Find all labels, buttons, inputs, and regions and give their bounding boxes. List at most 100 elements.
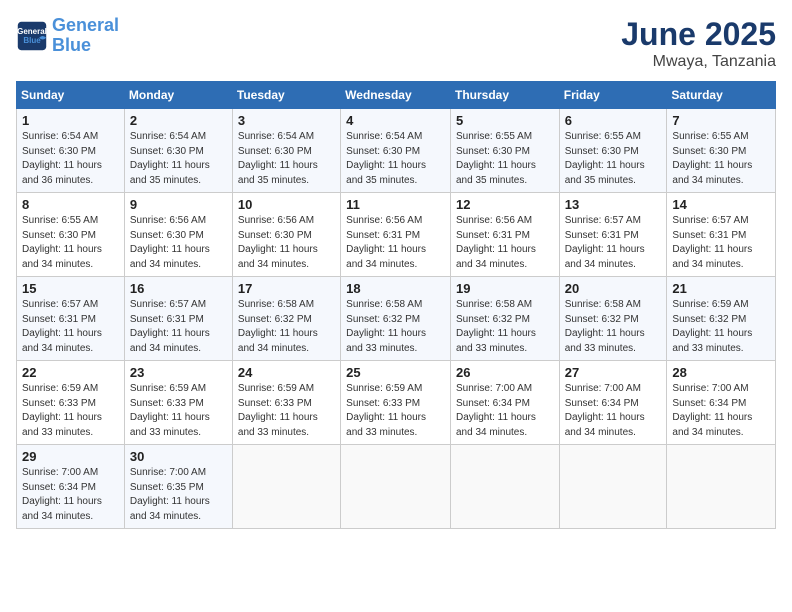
calendar-day-cell: 12 Sunrise: 6:56 AMSunset: 6:31 PMDaylig… (450, 193, 559, 277)
calendar-day-cell (232, 445, 340, 529)
day-info: Sunrise: 6:58 AMSunset: 6:32 PMDaylight:… (565, 299, 645, 354)
logo-line1: General (52, 15, 119, 35)
day-info: Sunrise: 6:55 AMSunset: 6:30 PMDaylight:… (565, 131, 645, 186)
logo: General Blue General Blue (16, 16, 119, 56)
day-info: Sunrise: 6:54 AMSunset: 6:30 PMDaylight:… (130, 131, 210, 186)
day-number: 6 (565, 113, 662, 128)
day-number: 9 (130, 197, 227, 212)
day-info: Sunrise: 6:59 AMSunset: 6:33 PMDaylight:… (22, 383, 102, 438)
logo-text: General Blue (52, 16, 119, 56)
calendar-day-cell: 28 Sunrise: 7:00 AMSunset: 6:34 PMDaylig… (667, 361, 776, 445)
day-number: 2 (130, 113, 227, 128)
logo-icon: General Blue (16, 20, 48, 52)
day-info: Sunrise: 7:00 AMSunset: 6:34 PMDaylight:… (565, 383, 645, 438)
col-saturday: Saturday (667, 82, 776, 109)
day-number: 15 (22, 281, 119, 296)
day-number: 14 (672, 197, 770, 212)
day-info: Sunrise: 6:54 AMSunset: 6:30 PMDaylight:… (346, 131, 426, 186)
day-info: Sunrise: 6:56 AMSunset: 6:31 PMDaylight:… (456, 215, 536, 270)
day-info: Sunrise: 6:54 AMSunset: 6:30 PMDaylight:… (238, 131, 318, 186)
day-number: 3 (238, 113, 335, 128)
day-info: Sunrise: 6:58 AMSunset: 6:32 PMDaylight:… (346, 299, 426, 354)
day-number: 25 (346, 365, 445, 380)
day-number: 13 (565, 197, 662, 212)
day-info: Sunrise: 7:00 AMSunset: 6:34 PMDaylight:… (22, 467, 102, 522)
day-number: 20 (565, 281, 662, 296)
day-info: Sunrise: 6:57 AMSunset: 6:31 PMDaylight:… (22, 299, 102, 354)
logo-line2: Blue (52, 35, 91, 55)
calendar-day-cell: 8 Sunrise: 6:55 AMSunset: 6:30 PMDayligh… (17, 193, 125, 277)
calendar-day-cell: 30 Sunrise: 7:00 AMSunset: 6:35 PMDaylig… (124, 445, 232, 529)
day-number: 23 (130, 365, 227, 380)
col-wednesday: Wednesday (341, 82, 451, 109)
day-info: Sunrise: 6:58 AMSunset: 6:32 PMDaylight:… (456, 299, 536, 354)
day-info: Sunrise: 6:56 AMSunset: 6:30 PMDaylight:… (130, 215, 210, 270)
page-header: General Blue General Blue June 2025 Mway… (16, 16, 776, 71)
calendar-table: Sunday Monday Tuesday Wednesday Thursday… (16, 81, 776, 529)
calendar-week-row: 15 Sunrise: 6:57 AMSunset: 6:31 PMDaylig… (17, 277, 776, 361)
col-friday: Friday (559, 82, 667, 109)
calendar-day-cell: 6 Sunrise: 6:55 AMSunset: 6:30 PMDayligh… (559, 109, 667, 193)
calendar-day-cell (341, 445, 451, 529)
calendar-day-cell: 9 Sunrise: 6:56 AMSunset: 6:30 PMDayligh… (124, 193, 232, 277)
calendar-day-cell: 13 Sunrise: 6:57 AMSunset: 6:31 PMDaylig… (559, 193, 667, 277)
calendar-day-cell: 7 Sunrise: 6:55 AMSunset: 6:30 PMDayligh… (667, 109, 776, 193)
calendar-day-cell (559, 445, 667, 529)
col-monday: Monday (124, 82, 232, 109)
day-number: 19 (456, 281, 554, 296)
day-info: Sunrise: 6:59 AMSunset: 6:33 PMDaylight:… (130, 383, 210, 438)
day-number: 27 (565, 365, 662, 380)
col-thursday: Thursday (450, 82, 559, 109)
page-subtitle: Mwaya, Tanzania (621, 53, 776, 71)
calendar-day-cell: 17 Sunrise: 6:58 AMSunset: 6:32 PMDaylig… (232, 277, 340, 361)
calendar-day-cell: 4 Sunrise: 6:54 AMSunset: 6:30 PMDayligh… (341, 109, 451, 193)
calendar-header-row: Sunday Monday Tuesday Wednesday Thursday… (17, 82, 776, 109)
calendar-day-cell: 19 Sunrise: 6:58 AMSunset: 6:32 PMDaylig… (450, 277, 559, 361)
title-block: June 2025 Mwaya, Tanzania (621, 16, 776, 71)
calendar-day-cell: 27 Sunrise: 7:00 AMSunset: 6:34 PMDaylig… (559, 361, 667, 445)
calendar-day-cell: 3 Sunrise: 6:54 AMSunset: 6:30 PMDayligh… (232, 109, 340, 193)
col-tuesday: Tuesday (232, 82, 340, 109)
day-info: Sunrise: 7:00 AMSunset: 6:34 PMDaylight:… (672, 383, 752, 438)
calendar-day-cell: 1 Sunrise: 6:54 AMSunset: 6:30 PMDayligh… (17, 109, 125, 193)
day-number: 11 (346, 197, 445, 212)
day-number: 16 (130, 281, 227, 296)
calendar-day-cell: 11 Sunrise: 6:56 AMSunset: 6:31 PMDaylig… (341, 193, 451, 277)
calendar-day-cell: 21 Sunrise: 6:59 AMSunset: 6:32 PMDaylig… (667, 277, 776, 361)
day-number: 7 (672, 113, 770, 128)
day-info: Sunrise: 6:58 AMSunset: 6:32 PMDaylight:… (238, 299, 318, 354)
day-number: 17 (238, 281, 335, 296)
calendar-day-cell: 25 Sunrise: 6:59 AMSunset: 6:33 PMDaylig… (341, 361, 451, 445)
day-number: 18 (346, 281, 445, 296)
day-info: Sunrise: 7:00 AMSunset: 6:35 PMDaylight:… (130, 467, 210, 522)
day-number: 30 (130, 449, 227, 464)
col-sunday: Sunday (17, 82, 125, 109)
calendar-day-cell: 24 Sunrise: 6:59 AMSunset: 6:33 PMDaylig… (232, 361, 340, 445)
calendar-day-cell: 15 Sunrise: 6:57 AMSunset: 6:31 PMDaylig… (17, 277, 125, 361)
calendar-day-cell: 2 Sunrise: 6:54 AMSunset: 6:30 PMDayligh… (124, 109, 232, 193)
calendar-week-row: 22 Sunrise: 6:59 AMSunset: 6:33 PMDaylig… (17, 361, 776, 445)
day-number: 22 (22, 365, 119, 380)
calendar-day-cell (667, 445, 776, 529)
calendar-week-row: 29 Sunrise: 7:00 AMSunset: 6:34 PMDaylig… (17, 445, 776, 529)
svg-text:General: General (17, 27, 47, 36)
calendar-day-cell: 22 Sunrise: 6:59 AMSunset: 6:33 PMDaylig… (17, 361, 125, 445)
day-info: Sunrise: 6:56 AMSunset: 6:30 PMDaylight:… (238, 215, 318, 270)
day-info: Sunrise: 6:59 AMSunset: 6:33 PMDaylight:… (238, 383, 318, 438)
calendar-day-cell: 5 Sunrise: 6:55 AMSunset: 6:30 PMDayligh… (450, 109, 559, 193)
calendar-day-cell: 16 Sunrise: 6:57 AMSunset: 6:31 PMDaylig… (124, 277, 232, 361)
day-info: Sunrise: 6:55 AMSunset: 6:30 PMDaylight:… (672, 131, 752, 186)
day-number: 21 (672, 281, 770, 296)
day-info: Sunrise: 6:57 AMSunset: 6:31 PMDaylight:… (565, 215, 645, 270)
calendar-day-cell: 29 Sunrise: 7:00 AMSunset: 6:34 PMDaylig… (17, 445, 125, 529)
day-number: 4 (346, 113, 445, 128)
day-number: 10 (238, 197, 335, 212)
day-info: Sunrise: 6:59 AMSunset: 6:33 PMDaylight:… (346, 383, 426, 438)
calendar-week-row: 8 Sunrise: 6:55 AMSunset: 6:30 PMDayligh… (17, 193, 776, 277)
day-number: 24 (238, 365, 335, 380)
day-number: 28 (672, 365, 770, 380)
day-info: Sunrise: 6:57 AMSunset: 6:31 PMDaylight:… (130, 299, 210, 354)
calendar-day-cell: 26 Sunrise: 7:00 AMSunset: 6:34 PMDaylig… (450, 361, 559, 445)
calendar-day-cell: 18 Sunrise: 6:58 AMSunset: 6:32 PMDaylig… (341, 277, 451, 361)
day-number: 12 (456, 197, 554, 212)
